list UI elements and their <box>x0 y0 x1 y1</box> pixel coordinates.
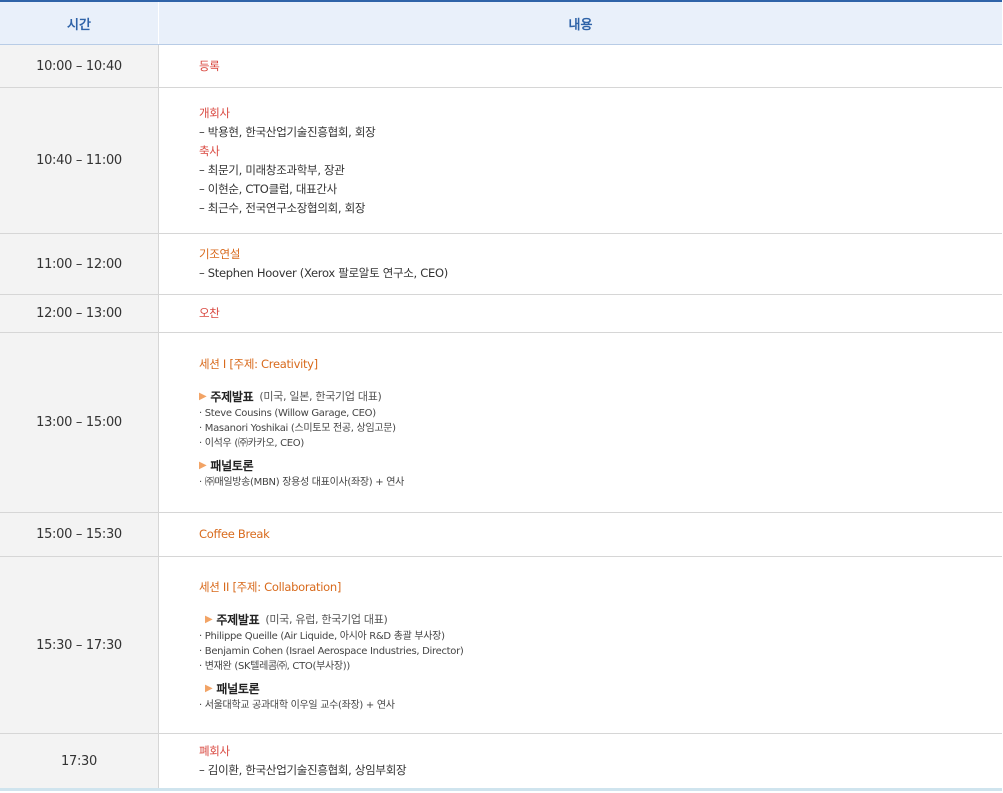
schedule-row: 15:00 – 15:30 Coffee Break <box>0 512 1002 557</box>
time-cell: 17:30 <box>0 733 159 791</box>
item-title: 기조연설 <box>199 247 241 261</box>
time-cell: 15:00 – 15:30 <box>0 512 159 557</box>
time-cell: 10:00 – 10:40 <box>0 44 159 88</box>
item-title: 축사 <box>199 143 220 158</box>
triangle-right-icon: ▶ <box>199 460 207 471</box>
speaker-item: · Steve Cousins (Willow Garage, CEO) <box>199 408 376 419</box>
time-cell: 15:30 – 17:30 <box>0 556 159 734</box>
item-line: – 이현순, CTO클럽, 대표간사 <box>199 181 337 196</box>
schedule-row: 15:30 – 17:30 세션 II [주제: Collaboration] … <box>0 556 1002 734</box>
panel-label: 패널토론 <box>216 681 260 696</box>
content-cell: 기조연설 – Stephen Hoover (Xerox 팔로알토 연구소, C… <box>158 233 1002 295</box>
session-title: 세션 II [주제: Collaboration] <box>199 579 342 594</box>
keynote-heading: ▶ 주제발표 (미국, 일본, 한국기업 대표) <box>199 388 1002 406</box>
keynote-desc: (미국, 유럽, 한국기업 대표) <box>265 612 388 626</box>
speaker-item: · 이석우 (㈜카카오, CEO) <box>199 438 304 449</box>
schedule-row: 12:00 – 13:00 오찬 <box>0 294 1002 333</box>
item-line: – 최근수, 전국연구소장협의회, 회장 <box>199 200 366 215</box>
item-line: – Stephen Hoover (Xerox 팔로알토 연구소, CEO) <box>199 266 448 280</box>
content-cell: 폐회사 – 김이환, 한국산업기술진흥협회, 상임부회장 <box>158 733 1002 791</box>
time-cell: 13:00 – 15:00 <box>0 332 159 513</box>
speaker-item: · Benjamin Cohen (Israel Aerospace Indus… <box>199 645 464 657</box>
item-title: 오찬 <box>199 306 220 320</box>
content-cell: 세션 II [주제: Collaboration] ▶ 주제발표 (미국, 유럽… <box>158 556 1002 734</box>
content-cell: 등록 <box>158 44 1002 88</box>
speaker-item: · Philippe Queille (Air Liquide, 아시아 R&D… <box>199 630 445 642</box>
schedule-row: 10:40 – 11:00 개회사 – 박용현, 한국산업기술진흥협회, 회장 … <box>0 87 1002 234</box>
session-title: 세션 I [주제: Creativity] <box>199 357 318 371</box>
item-line: – 박용현, 한국산업기술진흥협회, 회장 <box>199 124 376 139</box>
panel-item: · ㈜매일방송(MBN) 장용성 대표이사(좌장) + 연사 <box>199 477 405 488</box>
time-cell: 12:00 – 13:00 <box>0 294 159 333</box>
keynote-desc: (미국, 일본, 한국기업 대표) <box>259 390 382 403</box>
header-row: 시간 내용 <box>0 0 1002 45</box>
triangle-right-icon: ▶ <box>199 391 207 402</box>
triangle-right-icon: ▶ <box>205 682 213 694</box>
panel-item: · 서울대학교 공과대학 이우일 교수(좌장) + 연사 <box>199 699 395 711</box>
header-content: 내용 <box>158 0 1002 45</box>
speaker-item: · 변재완 (SK텔레콤㈜, CTO(부사장)) <box>199 660 350 672</box>
schedule-row: 11:00 – 12:00 기조연설 – Stephen Hoover (Xer… <box>0 233 1002 295</box>
speaker-item: · Masanori Yoshikai (스미토모 전공, 상임고문) <box>199 423 396 434</box>
content-cell: Coffee Break <box>158 512 1002 557</box>
item-title: 등록 <box>199 58 220 73</box>
content-cell: 오찬 <box>158 294 1002 333</box>
item-title: 개회사 <box>199 105 230 120</box>
keynote-heading: ▶ 주제발표 (미국, 유럽, 한국기업 대표) <box>199 611 1002 629</box>
schedule-row: 10:00 – 10:40 등록 <box>0 44 1002 88</box>
time-cell: 11:00 – 12:00 <box>0 233 159 295</box>
content-cell: 개회사 – 박용현, 한국산업기술진흥협회, 회장 축사 – 최문기, 미래창조… <box>158 87 1002 234</box>
item-line: – 최문기, 미래창조과학부, 장관 <box>199 162 345 177</box>
item-title: 폐회사 <box>199 744 230 758</box>
content-cell: 세션 I [주제: Creativity] ▶ 주제발표 (미국, 일본, 한국… <box>158 332 1002 513</box>
panel-heading: ▶ 패널토론 <box>199 680 1002 698</box>
schedule-row: 17:30 폐회사 – 김이환, 한국산업기술진흥협회, 상임부회장 <box>0 733 1002 791</box>
item-title: Coffee Break <box>199 527 270 541</box>
schedule-table: 시간 내용 10:00 – 10:40 등록 10:40 – 11:00 개회사… <box>0 0 1002 791</box>
keynote-label: 주제발표 <box>216 612 260 627</box>
schedule-row: 13:00 – 15:00 세션 I [주제: Creativity] ▶ 주제… <box>0 332 1002 513</box>
header-time: 시간 <box>0 0 159 45</box>
item-line: – 김이환, 한국산업기술진흥협회, 상임부회장 <box>199 763 407 777</box>
triangle-right-icon: ▶ <box>205 613 213 625</box>
time-cell: 10:40 – 11:00 <box>0 87 159 234</box>
keynote-label: 주제발표 <box>210 390 254 404</box>
panel-label: 패널토론 <box>210 459 254 473</box>
panel-heading: ▶ 패널토론 <box>199 457 1002 475</box>
